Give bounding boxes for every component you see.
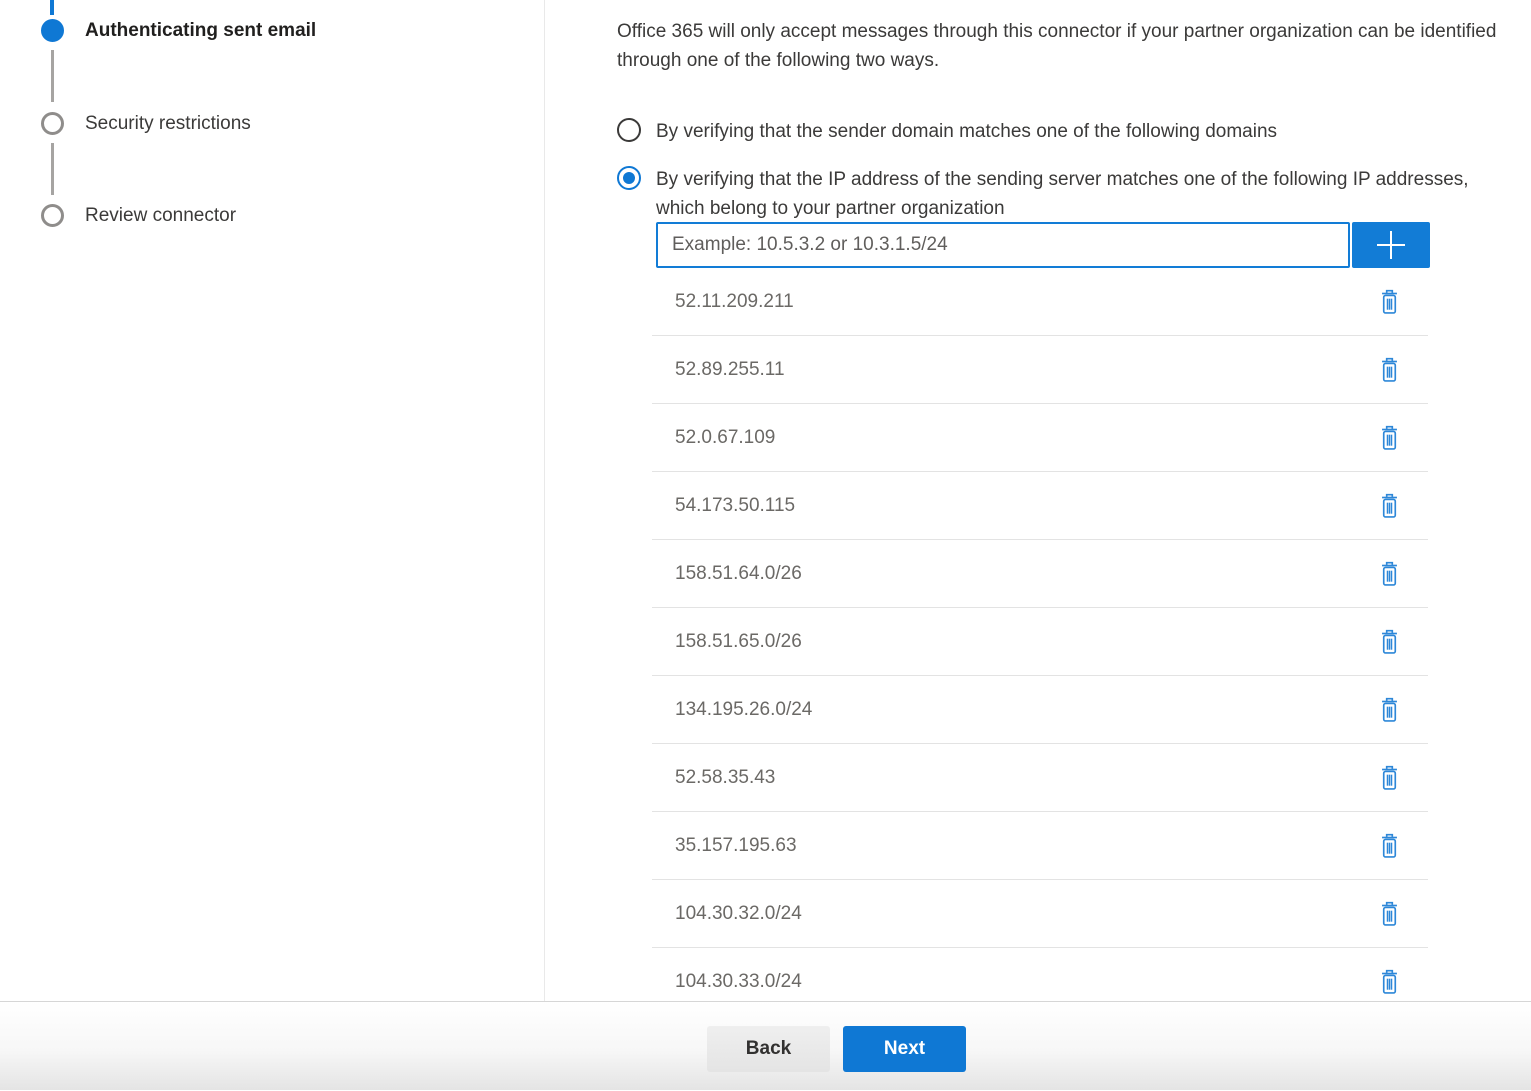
authenticating-step-panel: Office 365 will only accept messages thr… (545, 0, 1531, 1001)
ip-list-item: 134.195.26.0/24 (652, 676, 1428, 744)
back-button[interactable]: Back (707, 1026, 830, 1072)
step-label-security: Security restrictions (85, 112, 251, 136)
option-sender-domain[interactable]: By verifying that the sender domain matc… (617, 117, 1277, 146)
ip-list-item: 104.30.33.0/24 (652, 948, 1428, 1002)
next-button[interactable]: Next (843, 1026, 966, 1072)
delete-ip-button[interactable] (1377, 559, 1402, 589)
delete-ip-button[interactable] (1377, 287, 1402, 317)
ip-list-item: 52.58.35.43 (652, 744, 1428, 812)
ip-entry-row (656, 222, 1430, 268)
ip-address-value: 52.89.255.11 (675, 359, 785, 381)
trash-icon (1379, 629, 1400, 655)
ip-address-value: 54.173.50.115 (675, 495, 795, 517)
add-ip-button[interactable] (1352, 222, 1430, 268)
ip-address-value: 35.157.195.63 (675, 835, 797, 857)
ip-address-input[interactable] (656, 222, 1350, 268)
ip-list-item: 52.0.67.109 (652, 404, 1428, 472)
ip-address-value: 104.30.33.0/24 (675, 971, 802, 993)
delete-ip-button[interactable] (1377, 355, 1402, 385)
ip-address-value: 158.51.64.0/26 (675, 563, 802, 585)
radio-unselected-icon[interactable] (617, 118, 641, 142)
delete-ip-button[interactable] (1377, 627, 1402, 657)
trash-icon (1379, 289, 1400, 315)
step-dot-authenticating (41, 19, 64, 42)
step-connector-completed (50, 0, 54, 15)
ip-list-item: 35.157.195.63 (652, 812, 1428, 880)
step-label-authenticating: Authenticating sent email (85, 19, 316, 43)
trash-icon (1379, 697, 1400, 723)
plus-icon (1376, 230, 1406, 260)
delete-ip-button[interactable] (1377, 899, 1402, 929)
trash-icon (1379, 357, 1400, 383)
trash-icon (1379, 425, 1400, 451)
delete-ip-button[interactable] (1377, 763, 1402, 793)
delete-ip-button[interactable] (1377, 967, 1402, 997)
ip-address-value: 52.58.35.43 (675, 767, 775, 789)
ip-address-value: 134.195.26.0/24 (675, 699, 812, 721)
step-label-review: Review connector (85, 204, 236, 228)
ip-address-value: 52.11.209.211 (675, 291, 794, 313)
step-connector (51, 50, 54, 102)
ip-address-list: 52.11.209.211 52.89.255.11 (652, 268, 1428, 1002)
trash-icon (1379, 561, 1400, 587)
wizard-footer: Back Next (0, 1002, 1531, 1090)
intro-text: Office 365 will only accept messages thr… (617, 17, 1522, 75)
ip-address-value: 52.0.67.109 (675, 427, 775, 449)
trash-icon (1379, 969, 1400, 995)
ip-list-item: 104.30.32.0/24 (652, 880, 1428, 948)
step-connector (51, 143, 54, 195)
option-ip-address-label: By verifying that the IP address of the … (656, 165, 1478, 223)
ip-list-item: 158.51.64.0/26 (652, 540, 1428, 608)
footer-buttons: Back Next (707, 1026, 966, 1072)
wizard-content: Authenticating sent email Security restr… (0, 0, 1531, 1002)
option-sender-domain-label: By verifying that the sender domain matc… (656, 117, 1277, 146)
delete-ip-button[interactable] (1377, 695, 1402, 725)
trash-icon (1379, 765, 1400, 791)
ip-list-item: 54.173.50.115 (652, 472, 1428, 540)
ip-list-item: 52.89.255.11 (652, 336, 1428, 404)
trash-icon (1379, 901, 1400, 927)
delete-ip-button[interactable] (1377, 831, 1402, 861)
wizard-stepper: Authenticating sent email Security restr… (0, 0, 545, 1001)
ip-list-item: 158.51.65.0/26 (652, 608, 1428, 676)
ip-list-item: 52.11.209.211 (652, 268, 1428, 336)
trash-icon (1379, 833, 1400, 859)
radio-selected-icon[interactable] (617, 166, 641, 190)
trash-icon (1379, 493, 1400, 519)
option-ip-address[interactable]: By verifying that the IP address of the … (617, 165, 1478, 223)
step-dot-security (41, 112, 64, 135)
ip-address-value: 104.30.32.0/24 (675, 903, 802, 925)
ip-address-value: 158.51.65.0/26 (675, 631, 802, 653)
delete-ip-button[interactable] (1377, 423, 1402, 453)
step-dot-review (41, 204, 64, 227)
delete-ip-button[interactable] (1377, 491, 1402, 521)
